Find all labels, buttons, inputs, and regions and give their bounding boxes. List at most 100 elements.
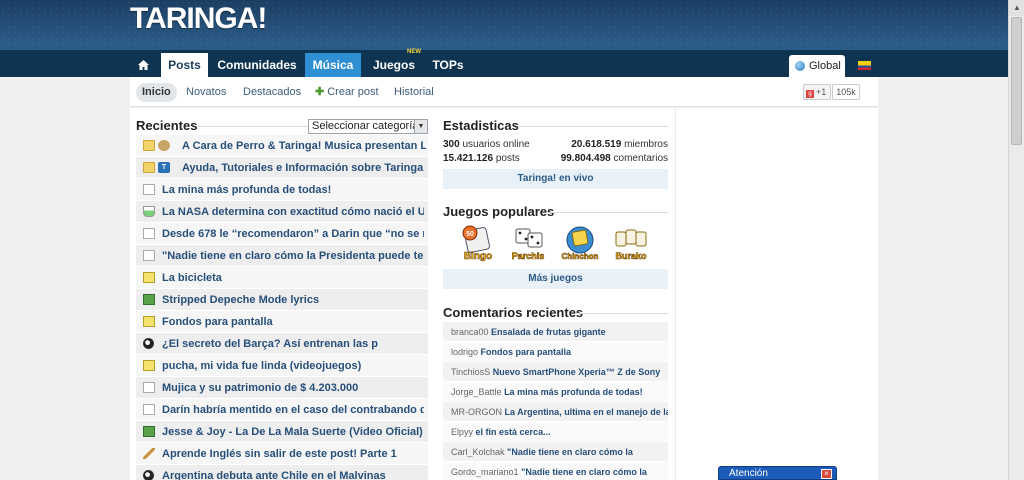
comment-user[interactable]: Gordo_mariano1 xyxy=(451,467,519,477)
page-scrollbar[interactable]: ▲ xyxy=(1008,0,1024,480)
tab-comunidades[interactable]: Comunidades xyxy=(213,53,301,77)
comment-user[interactable]: Jorge_Battle xyxy=(451,387,502,397)
tab-tops[interactable]: TOPs xyxy=(426,53,470,77)
list-item[interactable]: La bicicleta xyxy=(136,267,428,289)
comentarios-title: Comentarios recientes xyxy=(443,305,584,320)
list-item[interactable]: Stripped Depeche Mode lyrics xyxy=(136,289,428,311)
list-item[interactable]: A Cara de Perro & Taringa! Musica presen… xyxy=(136,135,428,157)
divider xyxy=(198,126,308,127)
list-item[interactable]: Jesse & Joy - La De La Mala Suerte (Vide… xyxy=(136,421,428,443)
comment-user[interactable]: Elpyy xyxy=(451,427,473,437)
list-item[interactable]: ¿El secreto del Barça? Así entrenan las … xyxy=(136,333,428,355)
divider xyxy=(575,313,668,314)
taringa-en-vivo-link[interactable]: Taringa! en vivo xyxy=(443,169,668,189)
mas-juegos-link[interactable]: Más juegos xyxy=(443,269,668,289)
bingo-game-icon[interactable]: 50 Bingo xyxy=(458,223,498,263)
subnav-destacados[interactable]: Destacados xyxy=(243,83,301,102)
stat-posts: 15.421.126 posts xyxy=(443,153,520,164)
post-title[interactable]: Ayuda, Tutoriales e Información sobre Ta… xyxy=(182,157,426,179)
post-title[interactable]: Aprende Inglés sin salir de este post! P… xyxy=(162,443,424,465)
game-label: Chinchon xyxy=(562,252,599,261)
doc-icon xyxy=(143,228,155,239)
comment-post-link[interactable]: "Nadie tiene en claro cómo la xyxy=(521,467,647,477)
post-title[interactable]: Jesse & Joy - La De La Mala Suerte (Vide… xyxy=(162,421,424,443)
post-title[interactable]: Fondos para pantalla xyxy=(162,311,424,333)
post-title[interactable]: Darín habría mentido en el caso del cont… xyxy=(162,399,424,421)
doc-icon xyxy=(143,250,155,261)
post-title[interactable]: Desde 678 le “recomendaron” a Darin que … xyxy=(162,223,424,245)
comment-item[interactable]: Gordo_mariano1 "Nadie tiene en claro cóm… xyxy=(443,462,668,480)
post-title[interactable]: La NASA determina con exactitud cómo nac… xyxy=(162,201,424,223)
tab-musica[interactable]: Música xyxy=(305,53,361,77)
post-title[interactable]: "Nadie tiene en claro cómo la Presidenta… xyxy=(162,245,424,267)
comment-item[interactable]: Carl_Kolchak "Nadie tiene en claro cómo … xyxy=(443,442,668,462)
comment-item[interactable]: lodrigo Fondos para pantalla xyxy=(443,342,668,362)
home-tab[interactable] xyxy=(132,53,154,77)
comment-post-link[interactable]: el fin está cerca... xyxy=(476,427,551,437)
scroll-up-icon[interactable]: ▲ xyxy=(1009,0,1024,16)
scroll-thumb[interactable] xyxy=(1011,17,1022,145)
film-icon xyxy=(143,294,155,305)
comment-user[interactable]: TinchiosS xyxy=(451,367,490,377)
comment-post-link[interactable]: Ensalada de frutas gigante xyxy=(491,327,606,337)
list-item[interactable]: "Nadie tiene en claro cómo la Presidenta… xyxy=(136,245,428,267)
list-item[interactable]: Argentina debuta ante Chile en el Malvin… xyxy=(136,465,428,480)
parchis-game-icon[interactable]: Parchis xyxy=(508,223,548,263)
list-item[interactable]: Desde 678 le “recomendaron” a Darin que … xyxy=(136,223,428,245)
tab-juegos[interactable]: Juegos NEW xyxy=(366,49,422,77)
comment-user[interactable]: Carl_Kolchak xyxy=(451,447,505,457)
burako-game-icon[interactable]: Burako xyxy=(611,223,651,263)
list-item[interactable]: La mina más profunda de todas! xyxy=(136,179,428,201)
comment-item[interactable]: TinchiosS Nuevo SmartPhone Xperia™ Z de … xyxy=(443,362,668,382)
post-title[interactable]: La bicicleta xyxy=(162,267,424,289)
subnav-novatos[interactable]: Novatos xyxy=(186,83,226,102)
comment-item[interactable]: branca00 Ensalada de frutas gigante xyxy=(443,322,668,342)
list-item[interactable]: Mujica y su patrimonio de $ 4.203.000 xyxy=(136,377,428,399)
comment-post-link[interactable]: Nuevo SmartPhone Xperia™ Z de Sony xyxy=(493,367,661,377)
post-title[interactable]: pucha, mi vida fue linda (videojuegos) xyxy=(162,355,424,377)
comment-item[interactable]: MR-ORGON La Argentina, ultima en el mane… xyxy=(443,402,668,422)
list-item[interactable]: Aprende Inglés sin salir de este post! P… xyxy=(136,443,428,465)
taringa-logo[interactable]: TARINGA! xyxy=(130,2,267,36)
post-title[interactable]: Stripped Depeche Mode lyrics xyxy=(162,289,424,311)
tab-posts[interactable]: Posts xyxy=(161,53,208,77)
subnav-historial[interactable]: Historial xyxy=(394,83,434,102)
comment-post-link[interactable]: "Nadie tiene en claro cómo la xyxy=(507,447,633,457)
comment-user[interactable]: branca00 xyxy=(451,327,489,337)
google-plus-button[interactable]: g +1 xyxy=(803,84,831,100)
comment-user[interactable]: MR-ORGON xyxy=(451,407,502,417)
crear-post-label: Crear post xyxy=(327,86,379,98)
comment-user[interactable]: lodrigo xyxy=(451,347,478,357)
comment-item[interactable]: Elpyy el fin está cerca... xyxy=(443,422,668,442)
comment-post-link[interactable]: La Argentina, ultima en el manejo de la xyxy=(505,407,668,417)
country-flag-icon[interactable] xyxy=(858,61,871,70)
list-item[interactable]: Fondos para pantalla xyxy=(136,311,428,333)
list-item[interactable]: La NASA determina con exactitud cómo nac… xyxy=(136,201,428,223)
gplus-label: +1 xyxy=(816,87,827,97)
list-item[interactable]: Darín habría mentido en el caso del cont… xyxy=(136,399,428,421)
comment-item-content: Gordo_mariano1 "Nadie tiene en claro cóm… xyxy=(451,462,647,480)
post-title[interactable]: Argentina debuta ante Chile en el Malvin… xyxy=(162,465,424,480)
home-icon xyxy=(137,60,149,70)
atencion-popup[interactable]: Atención × xyxy=(718,466,837,480)
post-title[interactable]: ¿El secreto del Barça? Así entrenan las … xyxy=(162,333,424,355)
category-select[interactable]: Seleccionar categoría ▼ xyxy=(308,119,428,134)
new-badge: NEW xyxy=(407,49,421,55)
chinchon-game-icon[interactable]: Chinchon xyxy=(560,223,600,263)
comment-post-link[interactable]: La mina más profunda de todas! xyxy=(504,387,643,397)
subnav-crear-post[interactable]: ✚ Crear post xyxy=(315,83,379,102)
global-button[interactable]: Global xyxy=(789,55,845,77)
list-item[interactable]: pucha, mi vida fue linda (videojuegos) xyxy=(136,355,428,377)
post-title[interactable]: Mujica y su patrimonio de $ 4.203.000 xyxy=(162,377,424,399)
list-item[interactable]: T Ayuda, Tutoriales e Información sobre T… xyxy=(136,157,428,179)
close-icon[interactable]: × xyxy=(821,469,832,479)
divider xyxy=(549,212,668,213)
subnav-inicio[interactable]: Inicio xyxy=(136,83,177,102)
divider xyxy=(519,126,668,127)
post-title[interactable]: A Cara de Perro & Taringa! Musica presen… xyxy=(182,135,426,157)
svg-text:50: 50 xyxy=(466,231,474,238)
stat-comments: 99.804.498 comentarios xyxy=(560,153,668,164)
post-title[interactable]: La mina más profunda de todas! xyxy=(162,179,424,201)
comment-item[interactable]: Jorge_Battle La mina más profunda de tod… xyxy=(443,382,668,402)
comment-post-link[interactable]: Fondos para pantalla xyxy=(481,347,572,357)
